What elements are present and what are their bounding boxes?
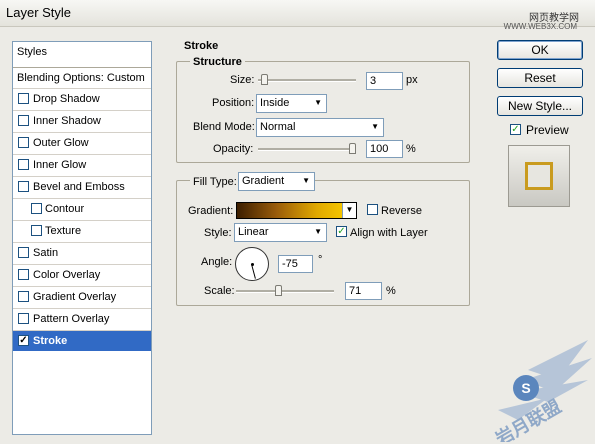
- window-title: Layer Style: [6, 5, 72, 20]
- fill-type-dropdown[interactable]: Gradient ▼: [238, 172, 315, 191]
- bevel-emboss-checkbox[interactable]: [18, 181, 29, 192]
- size-slider-track[interactable]: [258, 79, 356, 82]
- blend-mode-dropdown[interactable]: Normal ▼: [256, 118, 384, 137]
- opacity-input[interactable]: 100: [366, 140, 403, 158]
- chevron-down-icon: ▼: [371, 122, 379, 131]
- style-item-contour[interactable]: Contour: [13, 198, 151, 219]
- inner-glow-checkbox[interactable]: [18, 159, 29, 170]
- style-item-bevel-emboss[interactable]: Bevel and Emboss: [13, 176, 151, 197]
- size-label: Size:: [230, 74, 255, 86]
- style-item-color-overlay[interactable]: Color Overlay: [13, 264, 151, 285]
- style-item-gradient-overlay[interactable]: Gradient Overlay: [13, 286, 151, 307]
- reset-button[interactable]: Reset: [497, 68, 583, 88]
- chevron-down-icon: ▼: [302, 176, 310, 185]
- scale-input[interactable]: 71: [345, 282, 382, 300]
- style-item-satin[interactable]: Satin: [13, 242, 151, 263]
- reverse-checkbox[interactable]: [367, 204, 378, 215]
- outer-glow-checkbox[interactable]: [18, 137, 29, 148]
- stroke-preview-square: [525, 162, 553, 190]
- preview-checkbox[interactable]: ✓: [510, 124, 521, 135]
- size-unit: px: [406, 74, 418, 86]
- watermark-url: WWW.WEB3X.COM: [503, 22, 577, 31]
- align-with-layer-label: Align with Layer: [350, 227, 428, 239]
- styles-header[interactable]: Styles: [13, 42, 151, 63]
- satin-checkbox[interactable]: [18, 247, 29, 258]
- style-item-pattern-overlay[interactable]: Pattern Overlay: [13, 308, 151, 329]
- gradient-picker[interactable]: ▼: [236, 202, 357, 219]
- scale-unit: %: [386, 285, 396, 297]
- angle-needle: [251, 264, 256, 279]
- angle-label: Angle:: [201, 256, 233, 268]
- style-item-stroke[interactable]: ✓ Stroke: [13, 330, 151, 351]
- scale-slider-thumb[interactable]: [275, 285, 282, 296]
- drop-shadow-checkbox[interactable]: [18, 93, 29, 104]
- size-input[interactable]: 3: [366, 72, 403, 90]
- angle-center: [251, 263, 254, 266]
- preview-label: Preview: [526, 123, 569, 137]
- style-item-inner-glow[interactable]: Inner Glow: [13, 154, 151, 175]
- structure-title: Structure: [190, 56, 245, 68]
- texture-checkbox[interactable]: [31, 225, 42, 236]
- blending-options-item[interactable]: Blending Options: Custom: [13, 67, 151, 88]
- angle-unit: °: [318, 254, 323, 266]
- position-label: Position:: [212, 97, 255, 109]
- scale-slider-track[interactable]: [236, 290, 334, 293]
- gradient-overlay-checkbox[interactable]: [18, 291, 29, 302]
- chevron-down-icon[interactable]: ▼: [342, 203, 356, 218]
- scale-label: Scale:: [204, 285, 235, 297]
- size-slider-thumb[interactable]: [261, 74, 268, 85]
- style-item-drop-shadow[interactable]: Drop Shadow: [13, 88, 151, 109]
- svg-text:S: S: [521, 380, 530, 396]
- align-with-layer-checkbox[interactable]: ✓: [336, 226, 347, 237]
- style-item-inner-shadow[interactable]: Inner Shadow: [13, 110, 151, 131]
- new-style-button[interactable]: New Style...: [497, 96, 583, 116]
- opacity-unit: %: [406, 143, 416, 155]
- watermark-logo: S 岩月联盟: [491, 340, 592, 442]
- color-overlay-checkbox[interactable]: [18, 269, 29, 280]
- position-dropdown[interactable]: Inside ▼: [256, 94, 327, 113]
- chevron-down-icon: ▼: [314, 227, 322, 236]
- style-preview-thumbnail: [508, 145, 570, 207]
- ok-button[interactable]: OK: [497, 40, 583, 60]
- inner-shadow-checkbox[interactable]: [18, 115, 29, 126]
- contour-checkbox[interactable]: [31, 203, 42, 214]
- style-label: Style:: [204, 227, 232, 239]
- fill-type-label: Fill Type:: [190, 176, 240, 188]
- blend-mode-label: Blend Mode:: [193, 121, 255, 133]
- gradient-style-dropdown[interactable]: Linear ▼: [234, 223, 327, 242]
- opacity-slider-track[interactable]: [258, 148, 356, 151]
- chevron-down-icon: ▼: [314, 98, 322, 107]
- style-item-texture[interactable]: Texture: [13, 220, 151, 241]
- styles-list: Styles Blending Options: Custom Drop Sha…: [12, 41, 152, 435]
- gradient-label: Gradient:: [188, 205, 234, 217]
- stroke-checkbox[interactable]: ✓: [18, 335, 29, 346]
- pattern-overlay-checkbox[interactable]: [18, 313, 29, 324]
- style-item-outer-glow[interactable]: Outer Glow: [13, 132, 151, 153]
- opacity-slider-thumb[interactable]: [349, 143, 356, 154]
- angle-input[interactable]: -75: [278, 255, 313, 273]
- stroke-section-title: Stroke: [184, 40, 219, 52]
- opacity-label: Opacity:: [213, 143, 254, 155]
- angle-dial[interactable]: [235, 247, 269, 281]
- reverse-label: Reverse: [381, 205, 422, 217]
- svg-text:岩月联盟: 岩月联盟: [491, 395, 565, 442]
